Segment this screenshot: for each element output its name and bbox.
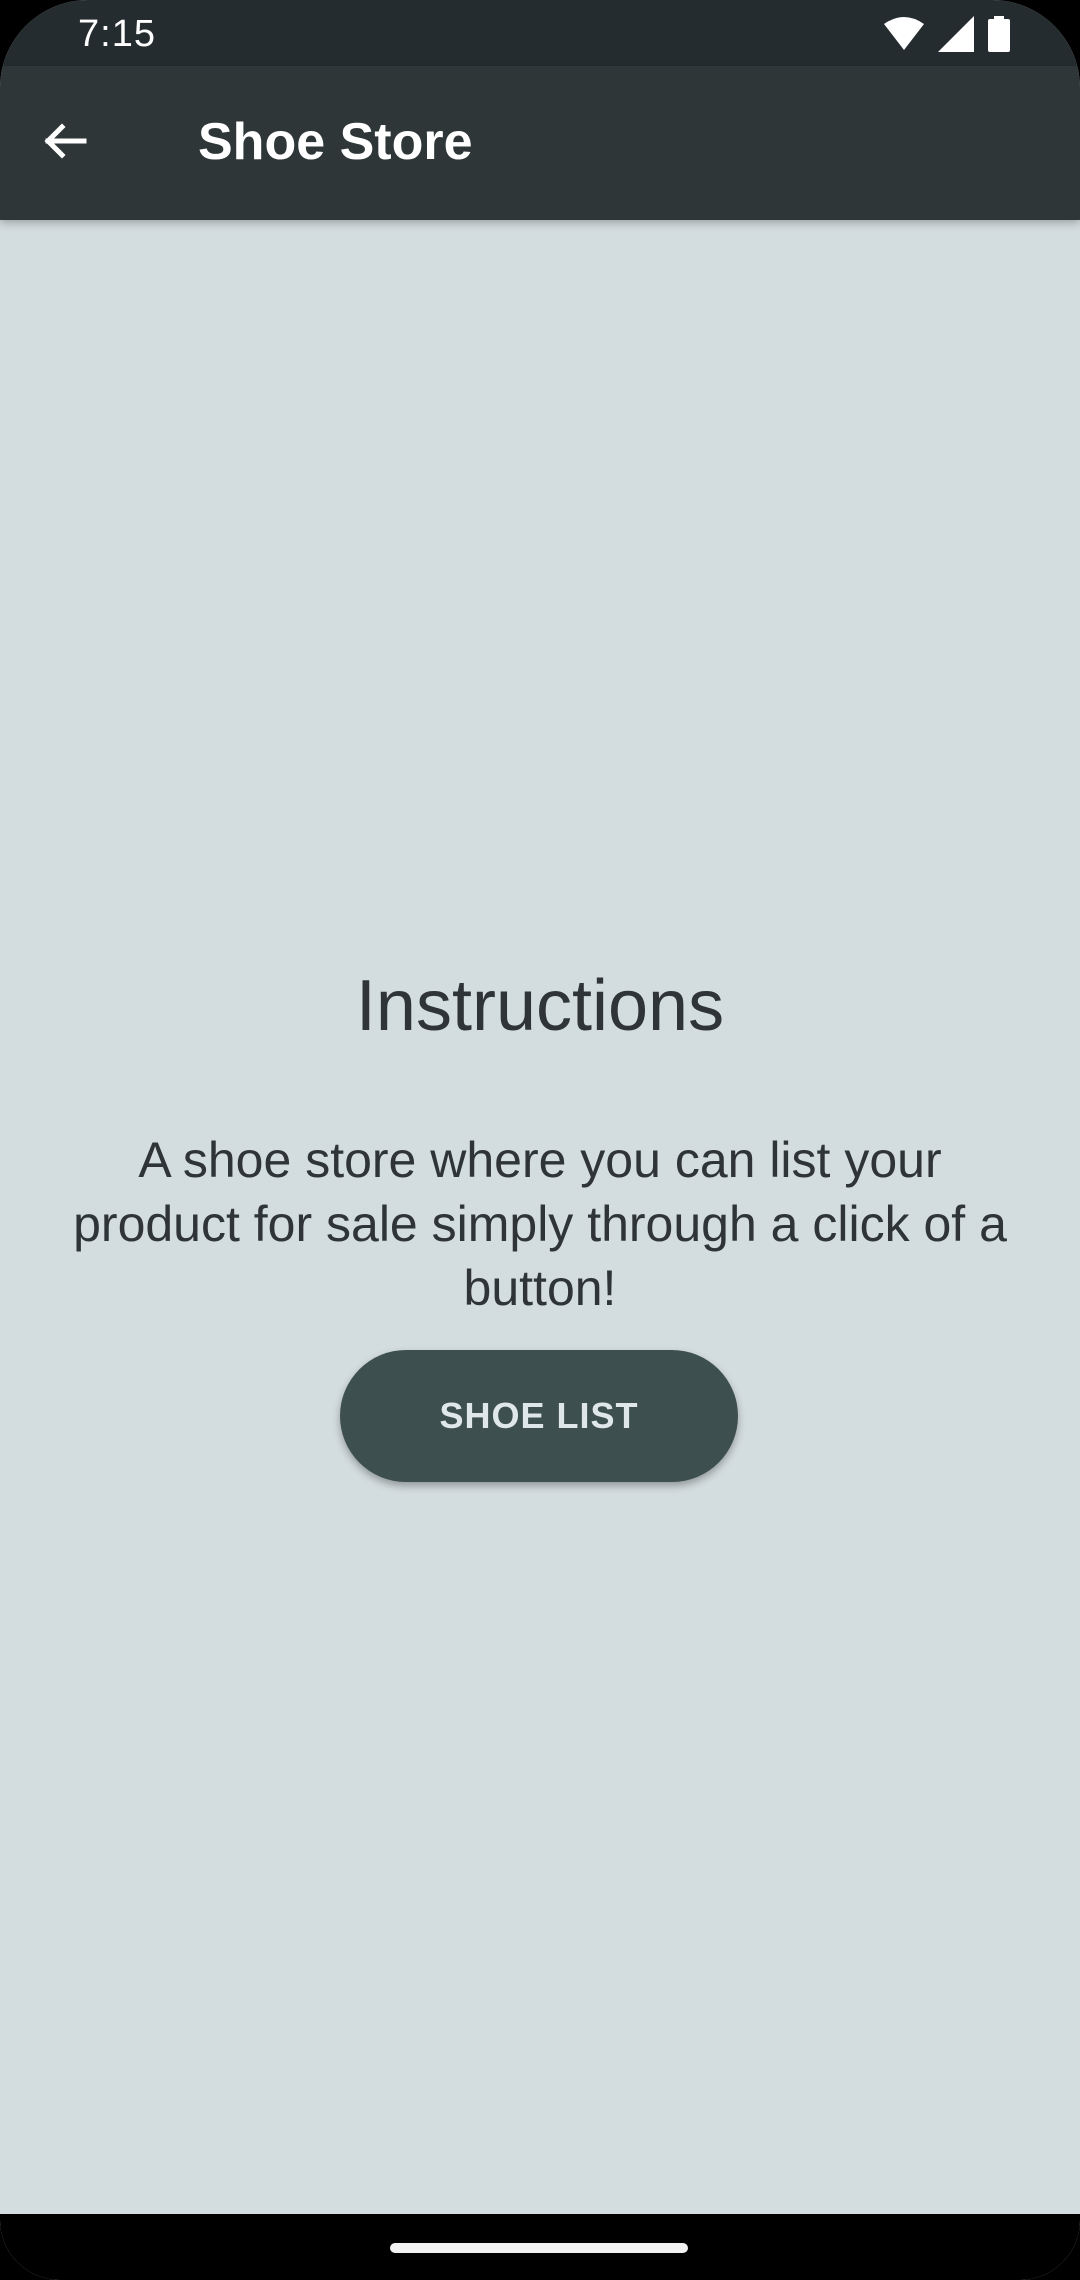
- navigation-bar: [0, 2214, 1080, 2280]
- wifi-icon: [884, 16, 924, 52]
- instructions-heading: Instructions: [355, 966, 725, 1046]
- app-title: Shoe Store: [198, 113, 473, 171]
- status-bar: 7:15: [0, 0, 1080, 66]
- app-bar: Shoe Store: [0, 66, 1080, 220]
- status-time: 7:15: [78, 13, 156, 55]
- arrow-back-icon: [40, 117, 88, 170]
- cellular-signal-icon: [938, 16, 974, 52]
- back-button[interactable]: [28, 107, 100, 179]
- phone-screen: 7:15 Shoe Store Instructions A shoe stor…: [0, 0, 1080, 2280]
- shoe-list-button[interactable]: SHOE LIST: [340, 1350, 738, 1482]
- status-icons: [884, 16, 1010, 52]
- instructions-description: A shoe store where you can list your pro…: [73, 1132, 1007, 1316]
- instructions-content: Instructions A shoe store where you can …: [0, 220, 1080, 2214]
- battery-icon: [988, 16, 1010, 52]
- home-gesture-handle[interactable]: [390, 2243, 688, 2253]
